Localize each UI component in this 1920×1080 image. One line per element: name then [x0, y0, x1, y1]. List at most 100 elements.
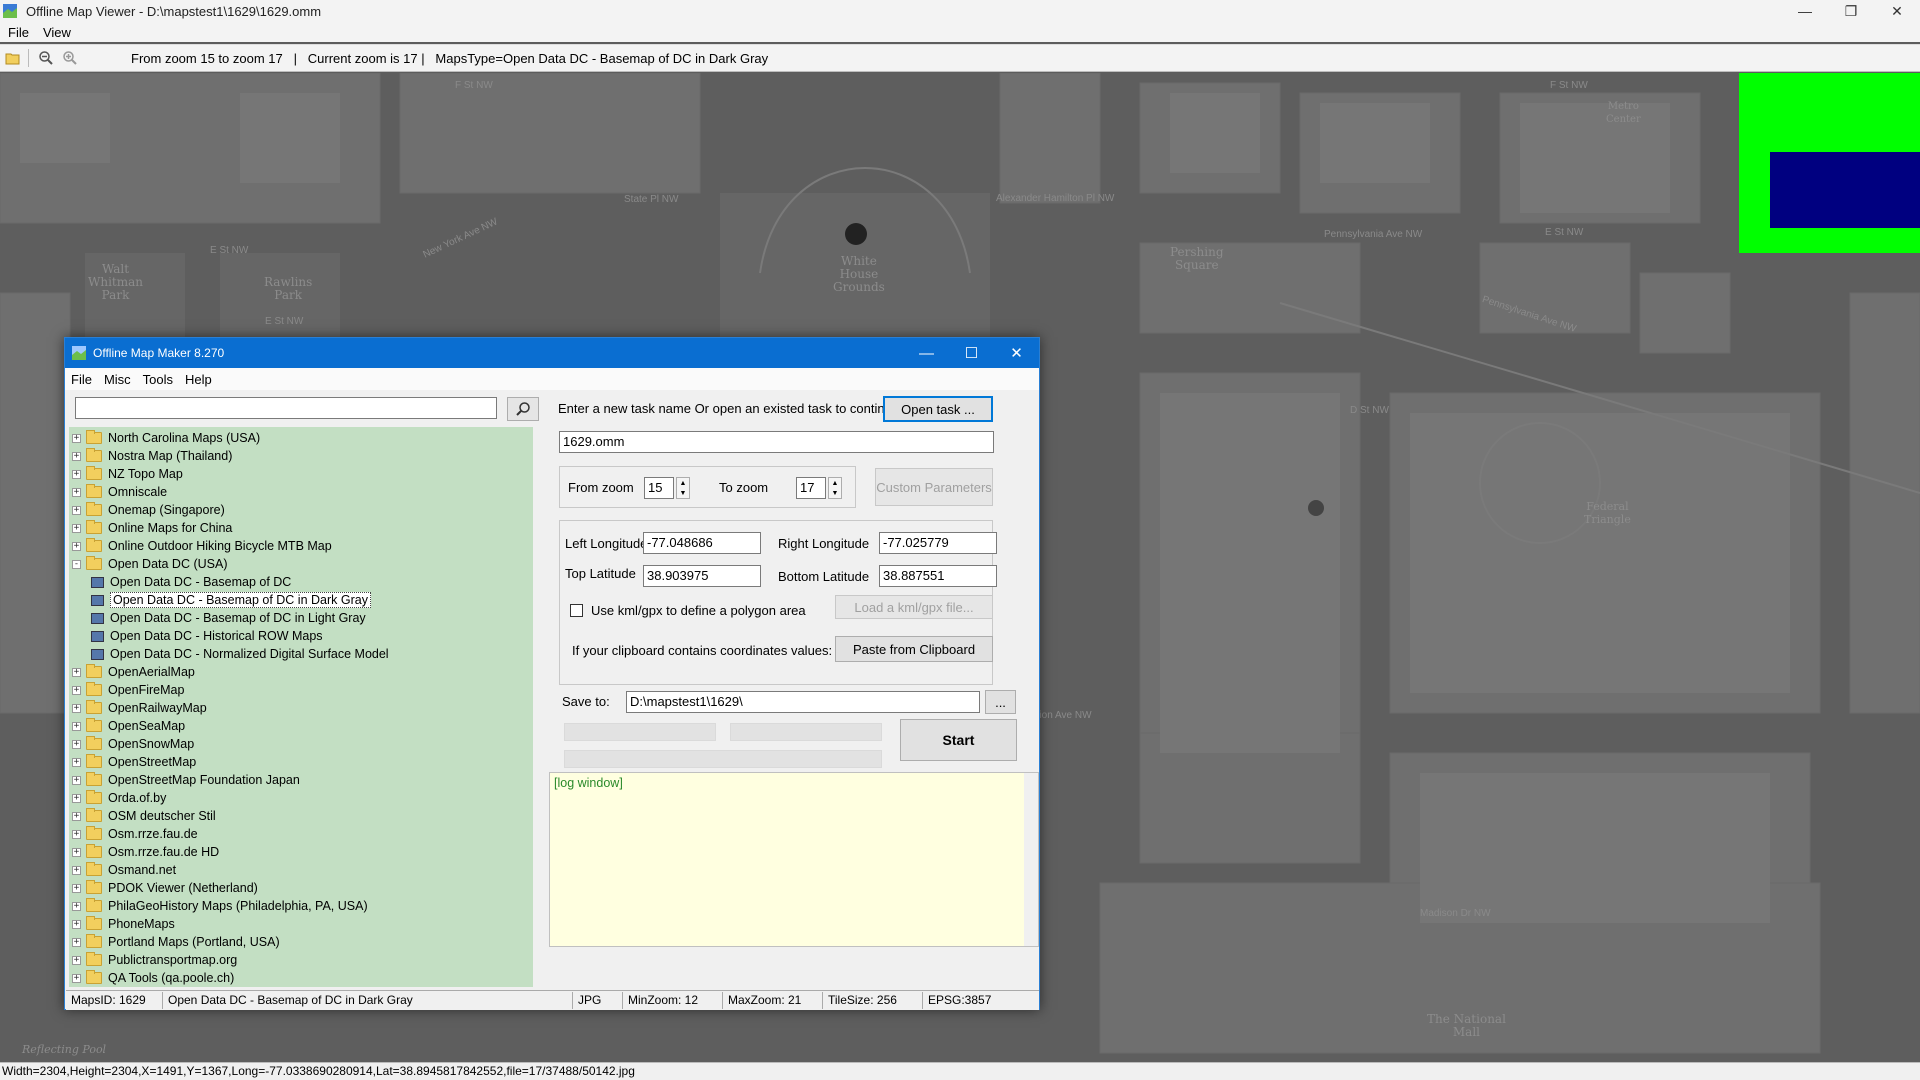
to-zoom-stepper[interactable]: ▲ ▼ [828, 477, 842, 499]
menu-view[interactable]: View [43, 25, 71, 40]
tree-item[interactable]: + NZ Topo Map [69, 465, 183, 483]
tree-item[interactable]: + OpenFireMap [69, 681, 184, 699]
dialog-close-icon[interactable]: ✕ [994, 338, 1039, 368]
tree-expander-icon[interactable]: + [72, 523, 81, 533]
tree-item[interactable]: + PhoneMaps [69, 915, 175, 933]
tree-expander-icon[interactable]: + [72, 487, 81, 497]
zoom-in-icon[interactable] [59, 47, 81, 69]
open-folder-icon[interactable] [2, 47, 24, 69]
dialog-menu-tools[interactable]: Tools [143, 372, 173, 387]
overview-viewport[interactable] [1770, 152, 1920, 228]
tree-item[interactable]: + North Carolina Maps (USA) [69, 429, 260, 447]
tree-expander-icon[interactable]: + [72, 865, 81, 875]
tree-item[interactable]: + Portland Maps (Portland, USA) [69, 933, 280, 951]
tree-item[interactable]: + Publictransportmap.org [69, 951, 237, 969]
from-zoom-field[interactable]: 15 [644, 477, 674, 499]
tree-item[interactable]: + OSM deutscher Stil [69, 807, 216, 825]
tree-expander-icon[interactable]: + [72, 541, 81, 551]
restore-icon[interactable]: ❐ [1828, 0, 1874, 22]
open-task-button[interactable]: Open task ... [883, 396, 993, 422]
tree-item[interactable]: + PhilaGeoHistory Maps (Philadelphia, PA,… [69, 897, 368, 915]
tree-item[interactable]: + OpenStreetMap Foundation Japan [69, 771, 300, 789]
from-zoom-stepper[interactable]: ▲ ▼ [676, 477, 690, 499]
tree-item[interactable]: Open Data DC - Normalized Digital Surfac… [91, 645, 389, 663]
tree-expander-icon[interactable]: + [72, 433, 81, 443]
tree-item[interactable]: + Online Outdoor Hiking Bicycle MTB Map [69, 537, 332, 555]
tree-item[interactable]: + Onemap (Singapore) [69, 501, 225, 519]
dialog-menu-help[interactable]: Help [185, 372, 212, 387]
spin-up-icon[interactable]: ▲ [832, 480, 839, 487]
tree-item[interactable]: + Nostra Map (Thailand) [69, 447, 232, 465]
tree-item[interactable]: + OpenSeaMap [69, 717, 185, 735]
tree-item[interactable]: Open Data DC - Basemap of DC in Light Gr… [91, 609, 366, 627]
tree-expander-icon[interactable]: + [72, 793, 81, 803]
tree-item[interactable]: Open Data DC - Basemap of DC [91, 573, 291, 591]
tree-expander-icon[interactable]: + [72, 505, 81, 515]
start-button[interactable]: Start [900, 719, 1017, 761]
tree-item[interactable]: + Online Maps for China [69, 519, 232, 537]
tree-item[interactable]: + Osmand.net [69, 861, 176, 879]
tree-expander-icon[interactable]: + [72, 685, 81, 695]
tree-item[interactable]: + OpenRailwayMap [69, 699, 207, 717]
tree-expander-icon[interactable]: + [72, 721, 81, 731]
paste-clipboard-button[interactable]: Paste from Clipboard [835, 636, 993, 662]
load-kml-button[interactable]: Load a kml/gpx file... [835, 595, 993, 619]
tree-expander-icon[interactable]: + [72, 739, 81, 749]
tree-item[interactable]: + Osm.rrze.fau.de [69, 825, 198, 843]
tree-expander-icon[interactable]: - [72, 559, 81, 569]
tree-expander-icon[interactable]: + [72, 811, 81, 821]
top-latitude-field[interactable]: 38.903975 [643, 565, 761, 587]
save-to-field[interactable]: D:\mapstest1\1629\ [626, 691, 980, 713]
log-window[interactable]: [log window] [549, 772, 1039, 947]
tree-expander-icon[interactable]: + [72, 937, 81, 947]
tree-expander-icon[interactable]: + [72, 955, 81, 965]
tree-item[interactable]: + Osm.rrze.fau.de HD [69, 843, 219, 861]
tree-item[interactable]: + PDOK Viewer (Netherland) [69, 879, 258, 897]
tree-expander-icon[interactable]: + [72, 829, 81, 839]
map-source-tree[interactable]: + North Carolina Maps (USA) + Nostra Map (T… [69, 427, 533, 987]
dialog-maximize-icon[interactable]: ☐ [949, 338, 994, 368]
tree-item[interactable]: + QA Tools (qa.poole.ch) [69, 969, 234, 987]
tree-expander-icon[interactable]: + [72, 919, 81, 929]
tree-item[interactable]: Open Data DC - Basemap of DC in Dark Gra… [91, 591, 371, 609]
tree-item[interactable]: + OpenStreetMap [69, 753, 196, 771]
menu-file[interactable]: File [8, 25, 29, 40]
tree-expander-icon[interactable]: + [72, 883, 81, 893]
overview-map[interactable] [1739, 73, 1920, 253]
task-name-field[interactable]: 1629.omm [559, 431, 994, 453]
tree-item[interactable]: - Open Data DC (USA) [69, 555, 227, 573]
spin-up-icon[interactable]: ▲ [680, 480, 687, 487]
tree-expander-icon[interactable]: + [72, 847, 81, 857]
tree-expander-icon[interactable]: + [72, 667, 81, 677]
tree-item[interactable]: + OpenAerialMap [69, 663, 195, 681]
to-zoom-field[interactable]: 17 [796, 477, 826, 499]
tree-expander-icon[interactable]: + [72, 775, 81, 785]
tree-expander-icon[interactable]: + [72, 973, 81, 983]
right-longitude-field[interactable]: -77.025779 [879, 532, 997, 554]
tree-item[interactable]: + Omniscale [69, 483, 167, 501]
tree-expander-icon[interactable]: + [72, 703, 81, 713]
tree-expander-icon[interactable]: + [72, 451, 81, 461]
spin-down-icon[interactable]: ▼ [832, 490, 839, 497]
custom-parameters-button[interactable]: Custom Parameters [875, 468, 993, 506]
dialog-minimize-icon[interactable]: — [904, 338, 949, 368]
close-icon[interactable]: ✕ [1874, 0, 1920, 22]
spin-down-icon[interactable]: ▼ [680, 490, 687, 497]
tree-item[interactable]: Open Data DC - Historical ROW Maps [91, 627, 323, 645]
log-scrollbar[interactable] [1024, 773, 1038, 946]
kml-polygon-checkbox[interactable] [570, 604, 583, 617]
search-button[interactable] [507, 397, 539, 421]
tree-item[interactable]: + OpenSnowMap [69, 735, 194, 753]
tree-expander-icon[interactable]: + [72, 901, 81, 911]
search-input[interactable] [75, 397, 497, 419]
tree-expander-icon[interactable]: + [72, 757, 81, 767]
bottom-latitude-field[interactable]: 38.887551 [879, 565, 997, 587]
minimize-icon[interactable]: — [1782, 0, 1828, 22]
zoom-out-icon[interactable] [35, 47, 57, 69]
left-longitude-field[interactable]: -77.048686 [643, 532, 761, 554]
browse-button[interactable]: ... [985, 690, 1016, 714]
tree-expander-icon[interactable]: + [72, 469, 81, 479]
tree-item[interactable]: + Orda.of.by [69, 789, 166, 807]
dialog-menu-file[interactable]: File [71, 372, 92, 387]
dialog-menu-misc[interactable]: Misc [104, 372, 131, 387]
